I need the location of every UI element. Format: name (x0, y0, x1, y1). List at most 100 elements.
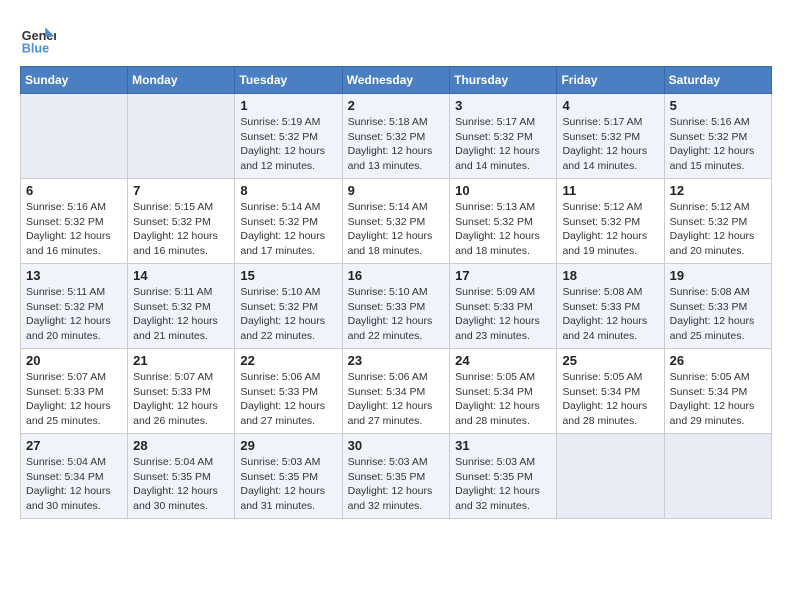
day-number: 6 (26, 183, 122, 198)
calendar-day-cell: 23Sunrise: 5:06 AM Sunset: 5:34 PM Dayli… (342, 349, 450, 434)
day-number: 30 (348, 438, 445, 453)
weekday-header-tuesday: Tuesday (235, 67, 342, 94)
logo: General Blue (20, 20, 56, 56)
calendar-day-cell: 27 Sunrise: 5:04 AM Sunset: 5:34 PM Dayli… (21, 434, 128, 519)
calendar-week-row: 6 Sunrise: 5:16 AM Sunset: 5:32 PM Daylig… (21, 179, 772, 264)
calendar-day-cell: 5 Sunrise: 5:16 AM Sunset: 5:32 PM Daylig… (664, 94, 771, 179)
day-info: Sunrise: 5:08 AM Sunset: 5:33 PM Dayligh… (670, 285, 766, 344)
day-info: Sunrise: 5:05 AM Sunset: 5:34 PM Dayligh… (562, 370, 658, 429)
day-number: 28 (133, 438, 229, 453)
day-info: Sunrise: 5:03 AM Sunset: 5:35 PM Dayligh… (348, 455, 445, 514)
weekday-header-thursday: Thursday (450, 67, 557, 94)
day-info: Sunrise: 5:05 AM Sunset: 5:34 PM Dayligh… (670, 370, 766, 429)
calendar-day-cell: 16Sunrise: 5:10 AM Sunset: 5:33 PM Dayli… (342, 264, 450, 349)
calendar-day-cell: 20 Sunrise: 5:07 AM Sunset: 5:33 PM Dayli… (21, 349, 128, 434)
day-info: Sunrise: 5:06 AM Sunset: 5:34 PM Dayligh… (348, 370, 445, 429)
calendar-table: SundayMondayTuesdayWednesdayThursdayFrid… (20, 66, 772, 519)
day-info: Sunrise: 5:12 AM Sunset: 5:32 PM Dayligh… (562, 200, 658, 259)
calendar-day-cell: 28 Sunrise: 5:04 AM Sunset: 5:35 PM Dayli… (128, 434, 235, 519)
calendar-week-row: 20 Sunrise: 5:07 AM Sunset: 5:33 PM Dayli… (21, 349, 772, 434)
weekday-header-saturday: Saturday (664, 67, 771, 94)
calendar-week-row: 1 Sunrise: 5:19 AM Sunset: 5:32 PM Daylig… (21, 94, 772, 179)
day-info: Sunrise: 5:10 AM Sunset: 5:32 PM Dayligh… (240, 285, 336, 344)
calendar-day-cell: 18 Sunrise: 5:08 AM Sunset: 5:33 PM Dayli… (557, 264, 664, 349)
calendar-day-cell: 21 Sunrise: 5:07 AM Sunset: 5:33 PM Dayli… (128, 349, 235, 434)
day-info: Sunrise: 5:07 AM Sunset: 5:33 PM Dayligh… (133, 370, 229, 429)
day-number: 24 (455, 353, 551, 368)
day-info: Sunrise: 5:04 AM Sunset: 5:35 PM Dayligh… (133, 455, 229, 514)
calendar-day-cell: 7 Sunrise: 5:15 AM Sunset: 5:32 PM Daylig… (128, 179, 235, 264)
day-number: 29 (240, 438, 336, 453)
day-info: Sunrise: 5:03 AM Sunset: 5:35 PM Dayligh… (455, 455, 551, 514)
calendar-day-cell: 19 Sunrise: 5:08 AM Sunset: 5:33 PM Dayli… (664, 264, 771, 349)
day-number: 13 (26, 268, 122, 283)
calendar-day-cell (21, 94, 128, 179)
calendar-day-cell: 25 Sunrise: 5:05 AM Sunset: 5:34 PM Dayli… (557, 349, 664, 434)
calendar-day-cell: 12 Sunrise: 5:12 AM Sunset: 5:32 PM Dayli… (664, 179, 771, 264)
day-info: Sunrise: 5:03 AM Sunset: 5:35 PM Dayligh… (240, 455, 336, 514)
calendar-week-row: 27 Sunrise: 5:04 AM Sunset: 5:34 PM Dayli… (21, 434, 772, 519)
calendar-day-cell: 11Sunrise: 5:12 AM Sunset: 5:32 PM Dayli… (557, 179, 664, 264)
weekday-header-wednesday: Wednesday (342, 67, 450, 94)
day-number: 15 (240, 268, 336, 283)
day-number: 5 (670, 98, 766, 113)
day-info: Sunrise: 5:17 AM Sunset: 5:32 PM Dayligh… (562, 115, 658, 174)
page-header: General Blue (20, 20, 772, 56)
calendar-day-cell (557, 434, 664, 519)
calendar-day-cell: 26 Sunrise: 5:05 AM Sunset: 5:34 PM Dayli… (664, 349, 771, 434)
day-number: 12 (670, 183, 766, 198)
day-number: 20 (26, 353, 122, 368)
day-number: 8 (240, 183, 336, 198)
day-info: Sunrise: 5:19 AM Sunset: 5:32 PM Dayligh… (240, 115, 336, 174)
day-info: Sunrise: 5:04 AM Sunset: 5:34 PM Dayligh… (26, 455, 122, 514)
calendar-day-cell: 8 Sunrise: 5:14 AM Sunset: 5:32 PM Daylig… (235, 179, 342, 264)
day-number: 2 (348, 98, 445, 113)
calendar-day-cell: 3 Sunrise: 5:17 AM Sunset: 5:32 PM Daylig… (450, 94, 557, 179)
day-number: 27 (26, 438, 122, 453)
day-number: 4 (562, 98, 658, 113)
weekday-header-monday: Monday (128, 67, 235, 94)
day-number: 17 (455, 268, 551, 283)
day-number: 19 (670, 268, 766, 283)
day-info: Sunrise: 5:06 AM Sunset: 5:33 PM Dayligh… (240, 370, 336, 429)
calendar-day-cell: 2 Sunrise: 5:18 AM Sunset: 5:32 PM Daylig… (342, 94, 450, 179)
day-info: Sunrise: 5:16 AM Sunset: 5:32 PM Dayligh… (26, 200, 122, 259)
day-info: Sunrise: 5:14 AM Sunset: 5:32 PM Dayligh… (240, 200, 336, 259)
calendar-day-cell (664, 434, 771, 519)
calendar-day-cell: 4 Sunrise: 5:17 AM Sunset: 5:32 PM Daylig… (557, 94, 664, 179)
day-number: 22 (240, 353, 336, 368)
day-info: Sunrise: 5:12 AM Sunset: 5:32 PM Dayligh… (670, 200, 766, 259)
day-number: 18 (562, 268, 658, 283)
day-number: 14 (133, 268, 229, 283)
day-number: 10 (455, 183, 551, 198)
day-number: 3 (455, 98, 551, 113)
day-number: 25 (562, 353, 658, 368)
day-info: Sunrise: 5:16 AM Sunset: 5:32 PM Dayligh… (670, 115, 766, 174)
calendar-day-cell (128, 94, 235, 179)
day-number: 1 (240, 98, 336, 113)
day-number: 21 (133, 353, 229, 368)
day-info: Sunrise: 5:15 AM Sunset: 5:32 PM Dayligh… (133, 200, 229, 259)
day-number: 31 (455, 438, 551, 453)
day-number: 26 (670, 353, 766, 368)
day-number: 7 (133, 183, 229, 198)
day-info: Sunrise: 5:05 AM Sunset: 5:34 PM Dayligh… (455, 370, 551, 429)
calendar-day-cell: 6 Sunrise: 5:16 AM Sunset: 5:32 PM Daylig… (21, 179, 128, 264)
day-info: Sunrise: 5:14 AM Sunset: 5:32 PM Dayligh… (348, 200, 445, 259)
day-info: Sunrise: 5:08 AM Sunset: 5:33 PM Dayligh… (562, 285, 658, 344)
day-number: 9 (348, 183, 445, 198)
day-info: Sunrise: 5:17 AM Sunset: 5:32 PM Dayligh… (455, 115, 551, 174)
day-info: Sunrise: 5:07 AM Sunset: 5:33 PM Dayligh… (26, 370, 122, 429)
calendar-day-cell: 9 Sunrise: 5:14 AM Sunset: 5:32 PM Daylig… (342, 179, 450, 264)
weekday-header-friday: Friday (557, 67, 664, 94)
day-info: Sunrise: 5:11 AM Sunset: 5:32 PM Dayligh… (133, 285, 229, 344)
svg-text:Blue: Blue (22, 41, 49, 55)
calendar-day-cell: 14 Sunrise: 5:11 AM Sunset: 5:32 PM Dayli… (128, 264, 235, 349)
calendar-day-cell: 15 Sunrise: 5:10 AM Sunset: 5:32 PM Dayli… (235, 264, 342, 349)
weekday-header-sunday: Sunday (21, 67, 128, 94)
day-info: Sunrise: 5:18 AM Sunset: 5:32 PM Dayligh… (348, 115, 445, 174)
day-info: Sunrise: 5:11 AM Sunset: 5:32 PM Dayligh… (26, 285, 122, 344)
day-number: 16 (348, 268, 445, 283)
day-info: Sunrise: 5:13 AM Sunset: 5:32 PM Dayligh… (455, 200, 551, 259)
logo-icon: General Blue (20, 20, 56, 56)
